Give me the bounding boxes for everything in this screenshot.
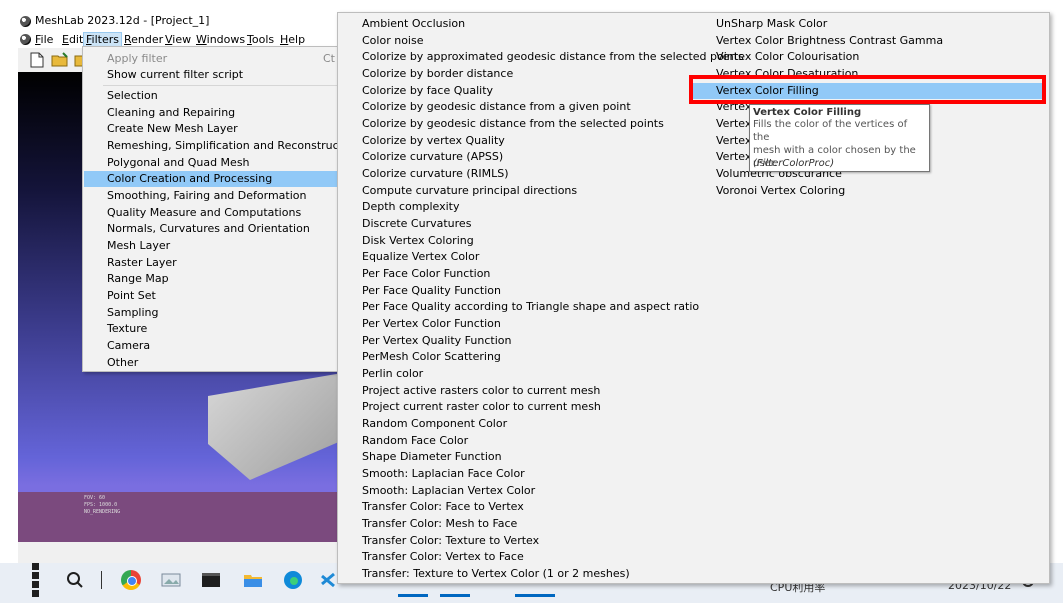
- show-filter-script-item[interactable]: Show current filter script: [84, 67, 339, 83]
- filter-project-active-rasters[interactable]: Project active rasters color to current …: [339, 383, 686, 399]
- category-selection[interactable]: Selection: [84, 88, 339, 104]
- filter-per-face-quality-function[interactable]: Per Face Quality Function: [339, 283, 686, 299]
- category-range-map[interactable]: Range Map: [84, 271, 339, 287]
- fps-readout: FPS: 1000.0: [84, 502, 118, 508]
- menu-windows[interactable]: Windows: [194, 32, 247, 47]
- terminal-icon[interactable]: [200, 569, 222, 591]
- filter-voronoi-vertex-coloring[interactable]: Voronoi Vertex Coloring: [689, 183, 1046, 199]
- menu-file[interactable]: File: [33, 32, 55, 47]
- category-quality-measure[interactable]: Quality Measure and Computations: [84, 205, 339, 221]
- window-title: MeshLab 2023.12d - [Project_1]: [35, 14, 210, 27]
- filter-vertex-color-colourisation[interactable]: Vertex Color Colourisation: [689, 49, 1046, 65]
- filter-ambient-occlusion[interactable]: Ambient Occlusion: [339, 16, 686, 32]
- filter-smooth-laplacian-face[interactable]: Smooth: Laplacian Face Color: [339, 466, 686, 482]
- viewport-info-panel: [18, 492, 340, 542]
- tooltip-filter-class: (FilterColorProc): [753, 158, 835, 169]
- filter-colorize-vertex-quality[interactable]: Colorize by vertex Quality: [339, 133, 686, 149]
- meshlab-logo-icon: [20, 16, 31, 27]
- search-icon[interactable]: [64, 569, 86, 591]
- category-raster-layer[interactable]: Raster Layer: [84, 255, 339, 271]
- filter-disk-vertex-coloring[interactable]: Disk Vertex Coloring: [339, 233, 686, 249]
- mesh-model: [208, 372, 348, 480]
- category-point-set[interactable]: Point Set: [84, 288, 339, 304]
- category-normals[interactable]: Normals, Curvatures and Orientation: [84, 221, 339, 237]
- category-polygonal[interactable]: Polygonal and Quad Mesh: [84, 155, 339, 171]
- filter-per-face-color-function[interactable]: Per Face Color Function: [339, 266, 686, 282]
- filter-permesh-color-scattering[interactable]: PerMesh Color Scattering: [339, 349, 686, 365]
- filter-shape-diameter-function[interactable]: Shape Diameter Function: [339, 449, 686, 465]
- category-create-mesh-layer[interactable]: Create New Mesh Layer: [84, 121, 339, 137]
- filter-colorize-face-quality[interactable]: Colorize by face Quality: [339, 83, 686, 99]
- taskbar-active-indicator: [440, 594, 470, 597]
- menu-view[interactable]: View: [163, 32, 193, 47]
- new-project-icon[interactable]: [30, 52, 44, 68]
- filter-colorize-geodesic-selected[interactable]: Colorize by geodesic distance from the s…: [339, 116, 686, 132]
- filter-per-vertex-quality-function[interactable]: Per Vertex Quality Function: [339, 333, 686, 349]
- gallery-app-icon[interactable]: [160, 569, 182, 591]
- filter-transfer-texture-to-vertex[interactable]: Transfer Color: Texture to Vertex: [339, 533, 686, 549]
- filter-random-component-color[interactable]: Random Component Color: [339, 416, 686, 432]
- filter-vertex-color-brightness[interactable]: Vertex Color Brightness Contrast Gamma: [689, 33, 1046, 49]
- category-texture[interactable]: Texture: [84, 321, 339, 337]
- filter-colorize-border-distance[interactable]: Colorize by border distance: [339, 66, 686, 82]
- filter-curvature-principal-directions[interactable]: Compute curvature principal directions: [339, 183, 686, 199]
- fov-readout: FOV: 60: [84, 495, 106, 501]
- filter-depth-complexity[interactable]: Depth complexity: [339, 199, 686, 215]
- filter-transfer-face-to-vertex[interactable]: Transfer Color: Face to Vertex: [339, 499, 686, 515]
- taskbar-active-indicator: [398, 594, 428, 597]
- apply-filter-item: Apply filter Ct: [84, 51, 339, 67]
- apply-filter-shortcut: Ct: [323, 52, 335, 65]
- category-camera[interactable]: Camera: [84, 338, 339, 354]
- filter-color-noise[interactable]: Color noise: [339, 33, 686, 49]
- filter-perlin-color[interactable]: Perlin color: [339, 366, 686, 382]
- filter-colorize-approx-geodesic[interactable]: Colorize by approximated geodesic distan…: [339, 49, 744, 65]
- render-mode-readout: NO_RENDERING: [84, 509, 121, 515]
- apply-filter-label: Apply filter: [107, 52, 168, 65]
- menu-edit[interactable]: Edit: [60, 32, 85, 47]
- filter-discrete-curvatures[interactable]: Discrete Curvatures: [339, 216, 686, 232]
- filter-per-face-quality-triangle[interactable]: Per Face Quality according to Triangle s…: [339, 299, 699, 315]
- filter-project-current-raster[interactable]: Project current raster color to current …: [339, 399, 686, 415]
- title-bar: MeshLab 2023.12d - [Project_1]: [0, 0, 340, 30]
- menu-tools[interactable]: Tools: [245, 32, 276, 47]
- highlight-annotation: [689, 75, 1046, 104]
- edge-icon[interactable]: [282, 569, 304, 591]
- toolbar: [18, 48, 88, 72]
- filter-colorize-curvature-rimls[interactable]: Colorize curvature (RIMLS): [339, 166, 686, 182]
- filter-equalize-vertex-color[interactable]: Equalize Vertex Color: [339, 249, 686, 265]
- menu-filters[interactable]: Filters: [83, 32, 122, 47]
- status-area: [18, 542, 340, 564]
- filters-dropdown: Apply filter Ct Show current filter scri…: [82, 46, 360, 372]
- filter-transfer-vertex-to-face[interactable]: Transfer Color: Vertex to Face: [339, 549, 686, 565]
- category-mesh-layer[interactable]: Mesh Layer: [84, 238, 339, 254]
- system-menu-icon[interactable]: [20, 34, 31, 45]
- chrome-icon[interactable]: [120, 569, 142, 591]
- category-cleaning[interactable]: Cleaning and Repairing: [84, 105, 339, 121]
- windows-start-icon[interactable]: [28, 563, 50, 597]
- filter-unsharp-mask-color[interactable]: UnSharp Mask Color: [689, 16, 1046, 32]
- filter-per-vertex-color-function[interactable]: Per Vertex Color Function: [339, 316, 686, 332]
- menu-help[interactable]: Help: [278, 32, 307, 47]
- menu-divider: [103, 85, 339, 86]
- tooltip-line-1: Fills the color of the vertices of the: [753, 119, 908, 143]
- open-folder-icon[interactable]: [51, 52, 69, 68]
- taskbar-active-indicator: [515, 594, 555, 597]
- category-color-creation[interactable]: Color Creation and Processing: [84, 171, 339, 187]
- filter-smooth-laplacian-vertex[interactable]: Smooth: Laplacian Vertex Color: [339, 483, 686, 499]
- menu-render[interactable]: Render: [122, 32, 165, 47]
- filter-colorize-curvature-apss[interactable]: Colorize curvature (APSS): [339, 149, 686, 165]
- category-other[interactable]: Other: [84, 355, 339, 371]
- filter-colorize-geodesic-point[interactable]: Colorize by geodesic distance from a giv…: [339, 99, 686, 115]
- category-remeshing[interactable]: Remeshing, Simplification and Reconstruc…: [84, 138, 360, 154]
- file-explorer-icon[interactable]: [242, 569, 264, 591]
- filter-transfer-texture-vertex-meshes[interactable]: Transfer: Texture to Vertex Color (1 or …: [339, 566, 686, 582]
- tooltip-title: Vertex Color Filling: [753, 107, 862, 118]
- filter-tooltip: Vertex Color Filling Fills the color of …: [749, 104, 930, 172]
- filter-transfer-mesh-to-face[interactable]: Transfer Color: Mesh to Face: [339, 516, 686, 532]
- taskbar-separator: [101, 571, 102, 589]
- category-sampling[interactable]: Sampling: [84, 305, 339, 321]
- filter-random-face-color[interactable]: Random Face Color: [339, 433, 686, 449]
- category-smoothing[interactable]: Smoothing, Fairing and Deformation: [84, 188, 339, 204]
